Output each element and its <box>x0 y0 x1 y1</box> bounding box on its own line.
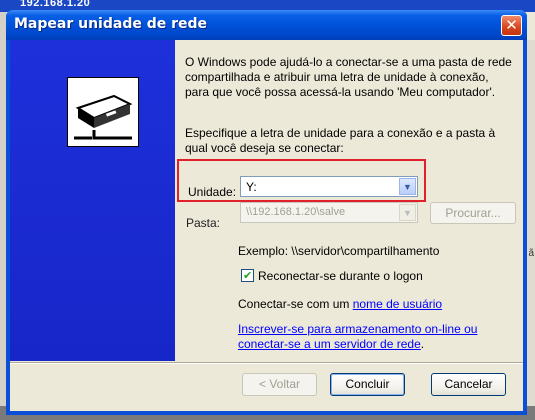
background-title: 192.168.1.20 <box>20 0 91 9</box>
browse-button[interactable]: Procurar... <box>430 202 516 224</box>
connect-as-prefix: Conectar-se com um <box>238 297 350 311</box>
instruction-text: Especifique a letra de unidade para a co… <box>185 126 496 155</box>
online-storage-suffix: . <box>420 337 425 351</box>
dialog-title-bar[interactable]: Mapear unidade de rede ✕ <box>6 10 527 40</box>
chevron-down-icon[interactable]: ▼ <box>399 204 416 221</box>
close-icon: ✕ <box>505 16 518 34</box>
checkmark-icon: ✔ <box>243 270 253 282</box>
example-text: Exemplo: \\servidor\compartilhamento <box>238 244 440 258</box>
background-side-label: ã <box>528 248 534 259</box>
highlight-box <box>177 159 426 202</box>
network-drive-icon <box>67 77 139 147</box>
username-link[interactable]: nome de usuário <box>353 297 442 311</box>
connect-as-line: Conectar-se com um nome de usuário <box>238 297 442 311</box>
online-storage-link-line1[interactable]: Inscrever-se para armazenamento on-line … <box>238 322 477 336</box>
online-storage-link-block: Inscrever-se para armazenamento on-line … <box>238 322 477 352</box>
dialog-title: Mapear unidade de rede <box>14 16 208 32</box>
folder-path-value: \\192.168.1.20\salve <box>246 206 346 218</box>
wizard-side-panel <box>10 40 175 361</box>
finish-button[interactable]: Concluir <box>330 373 405 396</box>
online-storage-link-line2[interactable]: conectar-se a um servidor de rede <box>238 337 421 351</box>
reconnect-label[interactable]: Reconectar-se durante o logon <box>258 269 423 283</box>
reconnect-checkbox[interactable]: ✔ <box>241 269 254 282</box>
dialog-body: O Windows pode ajudá-lo a conectar-se a … <box>10 40 523 411</box>
back-button[interactable]: < Voltar <box>242 373 317 396</box>
folder-label: Pasta: <box>186 216 221 230</box>
map-network-drive-dialog: Mapear unidade de rede ✕ O Windows pode … <box>6 10 527 415</box>
folder-path-combobox[interactable]: \\192.168.1.20\salve ▼ <box>240 202 418 223</box>
cancel-button[interactable]: Cancelar <box>431 373 506 396</box>
description-text: O Windows pode ajudá-lo a conectar-se a … <box>185 55 512 99</box>
close-button[interactable]: ✕ <box>501 15 522 36</box>
